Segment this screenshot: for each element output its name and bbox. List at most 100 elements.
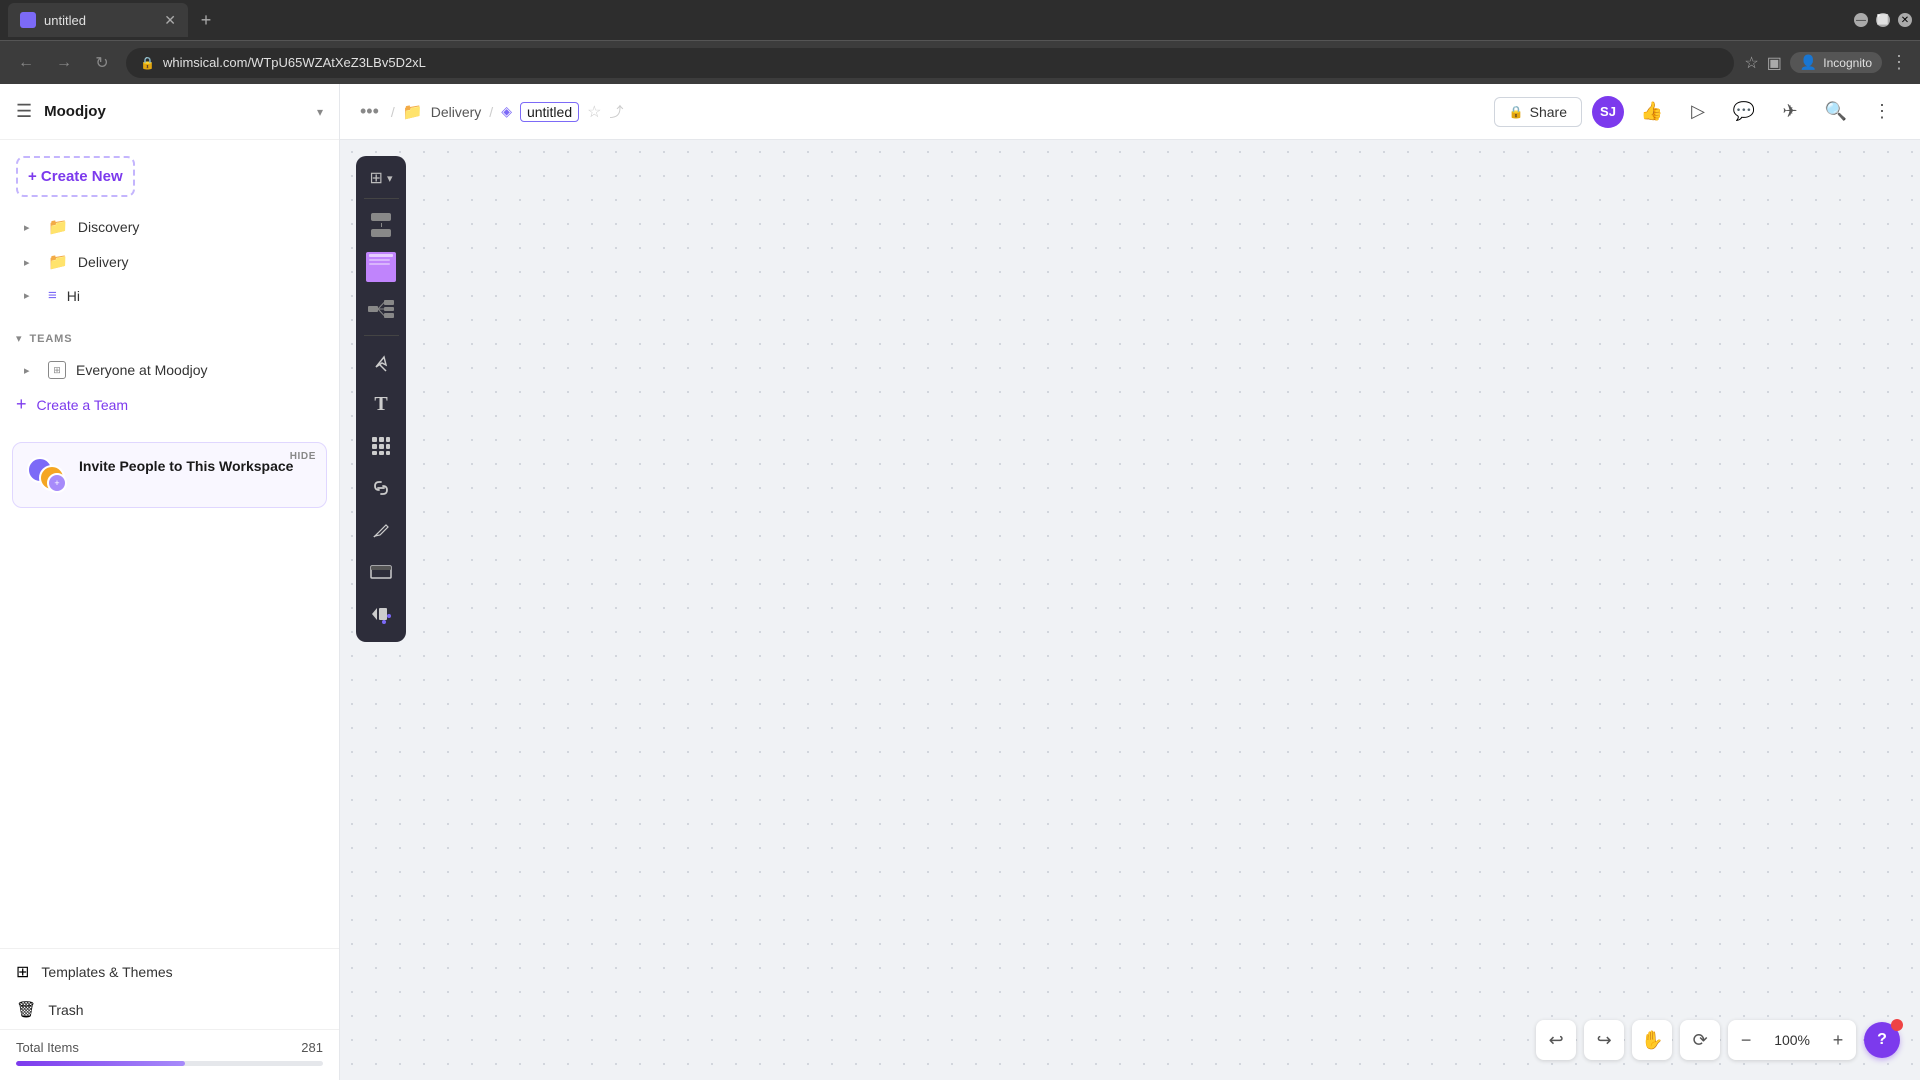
user-avatar[interactable]: SJ (1592, 96, 1624, 128)
like-button[interactable]: 👍 (1634, 94, 1670, 130)
incognito-avatar: 👤 (1800, 54, 1817, 71)
total-items-label: Total Items (16, 1040, 79, 1055)
text-icon: T (374, 393, 387, 416)
minimize-button[interactable]: — (1854, 13, 1868, 27)
mindmap-tool-button[interactable] (361, 289, 401, 329)
storage-progress-bar (16, 1061, 323, 1066)
chevron-right-icon: ▸ (24, 221, 38, 234)
zoom-out-button[interactable]: − (1728, 1020, 1764, 1060)
flowchart-preview (365, 211, 397, 239)
sidebar-item-hi[interactable]: ▸ ≡ Hi (8, 280, 331, 311)
tool-panel-header[interactable]: ⊞ ▾ (356, 164, 406, 192)
templates-label: Templates & Themes (41, 964, 172, 980)
active-tab[interactable]: untitled ✕ (8, 3, 188, 37)
send-button[interactable]: ✈ (1772, 94, 1808, 130)
total-items-section: Total Items 281 (0, 1029, 339, 1076)
workspace-chevron-icon[interactable]: ▾ (317, 105, 323, 119)
breadcrumb-star-button[interactable]: ☆ (587, 102, 601, 122)
bookmark-icon[interactable]: ☆ (1744, 53, 1758, 73)
present-button[interactable]: ▷ (1680, 94, 1716, 130)
breadcrumb-separator: / (489, 104, 493, 120)
tab-title: untitled (44, 13, 156, 28)
more-options-button[interactable]: ⋮ (1864, 94, 1900, 130)
bottom-controls: ↩ ↪ ✋ ⟳ − 100% + ? (1536, 1020, 1900, 1060)
zoom-level[interactable]: 100% (1764, 1032, 1820, 1048)
teams-header[interactable]: ▾ TEAMS (0, 328, 339, 353)
hand-tool-button[interactable]: ✋ (1632, 1020, 1672, 1060)
invite-avatar-group: + (27, 457, 67, 493)
redo-button[interactable]: ↪ (1584, 1020, 1624, 1060)
nav-item-label: Discovery (78, 219, 139, 235)
invite-hide-button[interactable]: HIDE (290, 451, 316, 462)
mindmap-preview (366, 298, 396, 320)
create-team-label: Create a Team (37, 397, 129, 413)
tool-panel-chevron-icon: ▾ (387, 172, 393, 185)
link-tool-button[interactable] (361, 468, 401, 508)
history-button[interactable]: ⟳ (1680, 1020, 1720, 1060)
breadcrumb-share-icon[interactable]: ⤴ (609, 102, 623, 122)
total-items-count: 281 (301, 1040, 323, 1055)
component-tool-button[interactable] (361, 594, 401, 634)
breadcrumb: / 📁 Delivery / ◈ untitled ☆ ⤴ (391, 102, 1482, 122)
nav-item-label: Delivery (78, 254, 129, 270)
zoom-in-button[interactable]: + (1820, 1020, 1856, 1060)
maximize-button[interactable]: ⬜ (1876, 13, 1890, 27)
flowchart-tool-button[interactable] (361, 205, 401, 245)
breadcrumb-delivery-link[interactable]: Delivery (431, 104, 482, 120)
share-button[interactable]: 🔒 Share (1494, 97, 1582, 127)
fc-box-bottom (371, 229, 391, 237)
total-items-row: Total Items 281 (16, 1040, 323, 1055)
sidebar-footer: ⊞ Templates & Themes 🗑 Trash Total Items… (0, 948, 339, 1080)
sidebar-item-delivery[interactable]: ▸ 📁 Delivery (8, 245, 331, 279)
sidebar-menu-button[interactable]: ☰ (16, 101, 32, 122)
incognito-badge: 👤 Incognito (1790, 52, 1882, 73)
help-button[interactable]: ? (1864, 1022, 1900, 1058)
sticky-preview (366, 252, 396, 282)
arrow-tool-button[interactable] (361, 342, 401, 382)
trash-icon: 🗑 (16, 1000, 36, 1020)
tab-favicon (20, 12, 36, 28)
window-controls: — ⬜ ✕ (1854, 13, 1912, 27)
back-button[interactable]: ← (12, 49, 40, 77)
topbar-more-button[interactable]: ••• (360, 101, 379, 122)
pen-tool-button[interactable] (361, 510, 401, 550)
frame-tool-button[interactable] (361, 552, 401, 592)
chevron-right-icon: ▸ (24, 256, 38, 269)
comments-button[interactable]: 💬 (1726, 94, 1762, 130)
sidebar-content: + Create New ▸ 📁 Discovery ▸ 📁 Delivery … (0, 140, 339, 948)
breadcrumb-current-page[interactable]: untitled (520, 102, 579, 122)
canvas-area[interactable]: ⊞ ▾ (340, 140, 1920, 1080)
create-team-button[interactable]: + Create a Team (0, 387, 339, 422)
trash-button[interactable]: 🗑 Trash (0, 991, 339, 1029)
reload-button[interactable]: ↻ (88, 49, 116, 77)
teams-collapse-icon: ▾ (16, 332, 22, 345)
folder-icon: 📁 (48, 217, 68, 237)
forward-button[interactable]: → (50, 49, 78, 77)
tool-panel: ⊞ ▾ (356, 156, 406, 642)
nav-section: ▸ 📁 Discovery ▸ 📁 Delivery ▸ ≡ Hi (0, 205, 339, 316)
create-new-button[interactable]: + Create New (16, 156, 135, 197)
undo-button[interactable]: ↩ (1536, 1020, 1576, 1060)
arrow-icon (370, 351, 392, 373)
url-bar[interactable]: 🔒 whimsical.com/WTpU65WZAtXeZ3LBv5D2xL (126, 48, 1734, 78)
frame-icon (370, 562, 392, 582)
table-tool-button[interactable] (361, 426, 401, 466)
address-bar-actions: ☆ ▣ 👤 Incognito ⋮ (1744, 52, 1908, 73)
search-button[interactable]: 🔍 (1818, 94, 1854, 130)
invite-content: + Invite People to This Workspace (27, 457, 312, 493)
tab-close-button[interactable]: ✕ (164, 12, 176, 29)
team-item-everyone[interactable]: ▸ ⊞ Everyone at Moodjoy (8, 354, 331, 386)
nav-item-label: Hi (67, 288, 80, 304)
sticky-note-tool-button[interactable] (361, 247, 401, 287)
browser-menu-button[interactable]: ⋮ (1890, 52, 1908, 73)
sidebar-item-discovery[interactable]: ▸ 📁 Discovery (8, 210, 331, 244)
invite-card[interactable]: HIDE + Invite People to This Workspace (12, 442, 327, 508)
templates-themes-button[interactable]: ⊞ Templates & Themes (0, 953, 339, 991)
sidebar-icon[interactable]: ▣ (1767, 53, 1782, 73)
grid-icon (371, 436, 391, 456)
sidebar: ☰ Moodjoy ▾ + Create New ▸ 📁 Discovery ▸… (0, 84, 340, 1080)
new-tab-button[interactable]: + (192, 6, 220, 34)
app: ☰ Moodjoy ▾ + Create New ▸ 📁 Discovery ▸… (0, 84, 1920, 1080)
text-tool-button[interactable]: T (361, 384, 401, 424)
close-button[interactable]: ✕ (1898, 13, 1912, 27)
